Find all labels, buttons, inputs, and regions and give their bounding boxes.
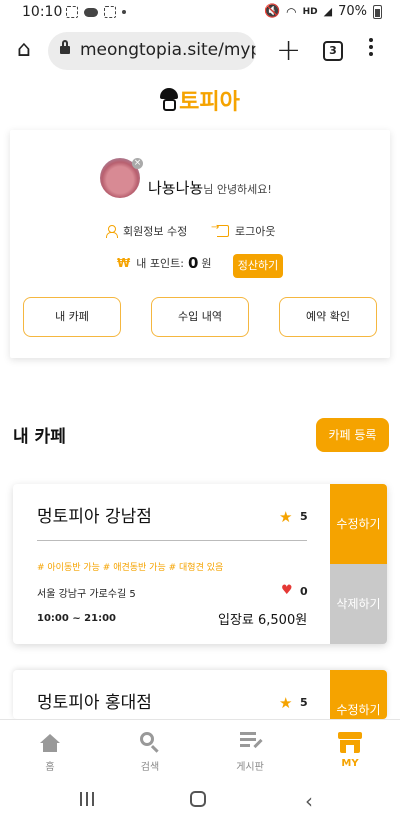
back-icon[interactable]: ‹ bbox=[305, 789, 313, 813]
cafe-rating: 5 bbox=[300, 510, 308, 523]
network-label: HD bbox=[302, 6, 318, 17]
star-icon: ★ bbox=[279, 694, 293, 712]
points-label: 내 포인트: bbox=[136, 257, 184, 270]
points-value: 0 bbox=[187, 254, 199, 272]
greeting: 나뇽나뇽님 안녕하세요! bbox=[148, 177, 272, 198]
battery-icon bbox=[373, 4, 382, 19]
heart-icon[interactable]: ♥ bbox=[281, 583, 293, 598]
logout-link[interactable]: 로그아웃 bbox=[211, 222, 276, 239]
dog-logo-icon bbox=[160, 88, 179, 112]
system-nav-bar: ‹ bbox=[0, 777, 400, 823]
edit-cafe-button[interactable]: 수정하기 bbox=[330, 670, 387, 719]
new-tab-button[interactable]: + bbox=[276, 33, 301, 68]
delete-cafe-button[interactable]: 삭제하기 bbox=[330, 564, 387, 644]
edit-cafe-button[interactable]: 수정하기 bbox=[330, 484, 387, 564]
tab-my-cafe[interactable]: 내 카페 bbox=[23, 297, 121, 337]
search-icon bbox=[140, 732, 160, 753]
status-bar: 10:10 🔇 ◠ HD ◢ 70% bbox=[0, 0, 400, 26]
nickname: 나뇽나뇽 bbox=[148, 179, 204, 197]
wifi-icon: ◠ bbox=[286, 4, 297, 19]
register-cafe-button[interactable]: 카페 등록 bbox=[316, 418, 389, 452]
logout-icon bbox=[211, 222, 229, 237]
greeting-suffix: 님 안녕하세요! bbox=[203, 183, 272, 196]
star-icon: ★ bbox=[279, 508, 293, 526]
edit-profile-link[interactable]: 회원정보 수정 bbox=[105, 223, 187, 239]
nav-my-label: MY bbox=[341, 758, 359, 769]
cafe-hours: 10:00 ~ 21:00 bbox=[37, 613, 117, 624]
lock-icon bbox=[60, 40, 70, 56]
notification-dot-icon bbox=[122, 10, 126, 14]
cloud-icon bbox=[84, 7, 98, 17]
cafe-likes: 0 bbox=[300, 585, 308, 598]
section-title: 내 카페 bbox=[13, 427, 66, 447]
board-icon bbox=[240, 732, 263, 752]
system-home-icon[interactable] bbox=[190, 791, 206, 807]
bottom-nav: 홈 검색 게시판 MY bbox=[0, 719, 400, 777]
cafe-fee: 입장료 6,500원 bbox=[218, 613, 308, 628]
cafe-tags: # 아이동반 가능 # 애견동반 가능 # 대형견 있음 bbox=[37, 563, 224, 573]
home-icon bbox=[40, 734, 60, 752]
profile-card: × 나뇽나뇽님 안녕하세요! 회원정보 수정 로그아웃 ₩ 내 포인트: 0 원… bbox=[10, 130, 390, 358]
user-edit-icon bbox=[105, 225, 118, 238]
remove-avatar-icon[interactable]: × bbox=[132, 158, 143, 169]
tab-income-history[interactable]: 수입 내역 bbox=[151, 297, 249, 337]
mute-icon: 🔇 bbox=[263, 4, 281, 19]
settle-button[interactable]: 정산하기 bbox=[233, 254, 283, 278]
home-icon[interactable]: ⌂ bbox=[12, 38, 36, 62]
battery-percent: 70% bbox=[338, 4, 367, 19]
cafe-name: 멍토피아 홍대점 bbox=[37, 693, 152, 713]
nav-my[interactable]: MY bbox=[300, 720, 400, 777]
points-unit: 원 bbox=[201, 257, 212, 270]
cafe-name: 멍토피아 강남점 bbox=[37, 507, 152, 527]
nav-home[interactable]: 홈 bbox=[0, 720, 100, 777]
nav-board[interactable]: 게시판 bbox=[200, 720, 300, 777]
scan-icon bbox=[104, 6, 116, 18]
cafe-address: 서울 강남구 가로수길 5 bbox=[37, 589, 136, 600]
site-logo[interactable]: 토피아 bbox=[0, 84, 400, 124]
address-bar[interactable]: meongtopia.site/mypa bbox=[48, 32, 256, 70]
nav-search[interactable]: 검색 bbox=[100, 720, 200, 777]
recent-apps-icon[interactable] bbox=[80, 792, 94, 806]
browser-toolbar: ⌂ meongtopia.site/mypa + 3 bbox=[0, 26, 400, 76]
signal-icon: ◢ bbox=[323, 5, 333, 18]
logo-text: 토피아 bbox=[179, 90, 240, 115]
url-text: meongtopia.site/mypa bbox=[80, 40, 256, 60]
points-display: ₩ 내 포인트: 0 원 bbox=[117, 254, 212, 272]
nav-search-label: 검색 bbox=[140, 762, 160, 773]
nav-board-label: 게시판 bbox=[236, 762, 264, 773]
store-icon bbox=[338, 732, 362, 754]
won-icon: ₩ bbox=[117, 256, 131, 270]
nav-home-label: 홈 bbox=[45, 762, 55, 773]
divider bbox=[37, 540, 307, 541]
status-time: 10:10 bbox=[22, 4, 63, 20]
screenshot-icon bbox=[66, 6, 78, 18]
cafe-rating: 5 bbox=[300, 696, 308, 709]
cafe-card[interactable]: 멍토피아 홍대점 ★ 5 수정하기 bbox=[13, 670, 387, 719]
logout-label: 로그아웃 bbox=[235, 225, 276, 238]
cafe-card[interactable]: 멍토피아 강남점 ★ 5 # 아이동반 가능 # 애견동반 가능 # 대형견 있… bbox=[13, 484, 387, 644]
edit-profile-label: 회원정보 수정 bbox=[123, 225, 188, 238]
tab-reservation-check[interactable]: 예약 확인 bbox=[279, 297, 377, 337]
more-menu-icon[interactable] bbox=[366, 38, 376, 56]
tab-switcher-button[interactable]: 3 bbox=[323, 41, 343, 61]
